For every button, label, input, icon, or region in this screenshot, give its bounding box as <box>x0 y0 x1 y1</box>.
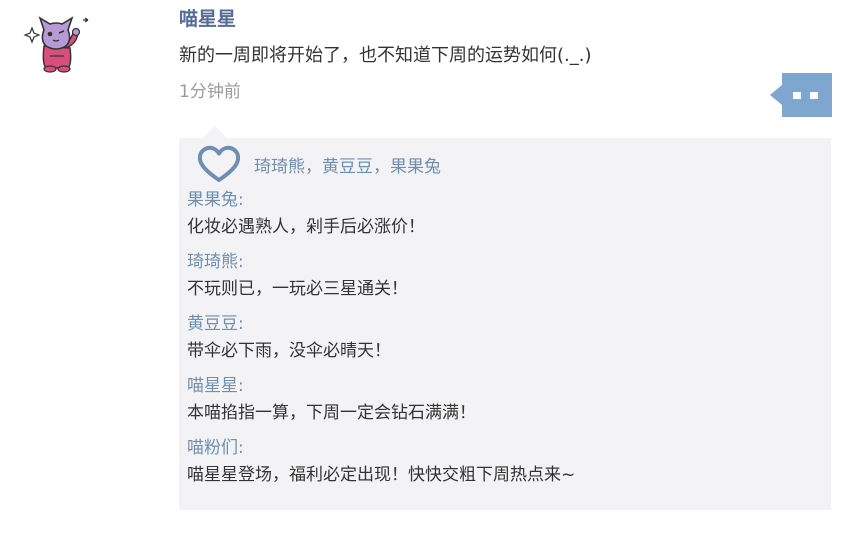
comment-item[interactable]: 喵粉们: 喵星星登场，福利必定出现！快快交粗下周热点来~ <box>187 436 817 498</box>
more-actions-button[interactable] <box>770 73 832 117</box>
comment-text: 带伞必下雨，没伞必晴天！ <box>187 341 391 361</box>
comment-item[interactable]: 果果兔: 化妆必遇熟人，剁手后必涨价！ <box>187 188 817 250</box>
comment-item[interactable]: 琦琦熊: 不玩则已，一玩必三星通关！ <box>187 250 817 312</box>
comment-author[interactable]: 喵星星: <box>187 374 817 399</box>
comment-text: 化妆必遇熟人，剁手后必涨价！ <box>187 217 425 237</box>
purple-cat-avatar-icon <box>23 16 89 73</box>
comment-item[interactable]: 黄豆豆: 带伞必下雨，没伞必晴天！ <box>187 312 817 374</box>
comment-panel-pointer <box>203 126 227 138</box>
comment-author[interactable]: 喵粉们: <box>187 436 817 461</box>
comment-author[interactable]: 果果兔: <box>187 188 817 213</box>
comment-text: 本喵掐指一算，下周一定会钻石满满！ <box>187 403 476 423</box>
comment-item[interactable]: 喵星星: 本喵掐指一算，下周一定会钻石满满！ <box>187 374 817 436</box>
post-author-name[interactable]: 喵星星 <box>179 6 236 32</box>
comment-list: 果果兔: 化妆必遇熟人，剁手后必涨价！ 琦琦熊: 不玩则已，一玩必三星通关！ 黄… <box>187 188 817 498</box>
more-comment-icon <box>770 73 832 117</box>
post-timestamp: 1分钟前 <box>179 82 241 102</box>
comment-author[interactable]: 黄豆豆: <box>187 312 817 337</box>
heart-outline-icon[interactable] <box>196 145 242 183</box>
comment-panel: 琦琦熊，黄豆豆，果果兔 果果兔: 化妆必遇熟人，剁手后必涨价！ 琦琦熊: 不玩则… <box>179 138 831 510</box>
user-avatar[interactable] <box>22 6 92 76</box>
likes-names[interactable]: 琦琦熊，黄豆豆，果果兔 <box>254 152 441 177</box>
comment-text: 喵星星登场，福利必定出现！快快交粗下周热点来~ <box>187 465 576 485</box>
post-text: 新的一周即将开始了，也不知道下周的运势如何(._.) <box>179 45 592 66</box>
likes-row: 琦琦熊，黄豆豆，果果兔 <box>196 144 441 184</box>
comment-text: 不玩则已，一玩必三星通关！ <box>187 279 408 299</box>
comment-author[interactable]: 琦琦熊: <box>187 250 817 275</box>
